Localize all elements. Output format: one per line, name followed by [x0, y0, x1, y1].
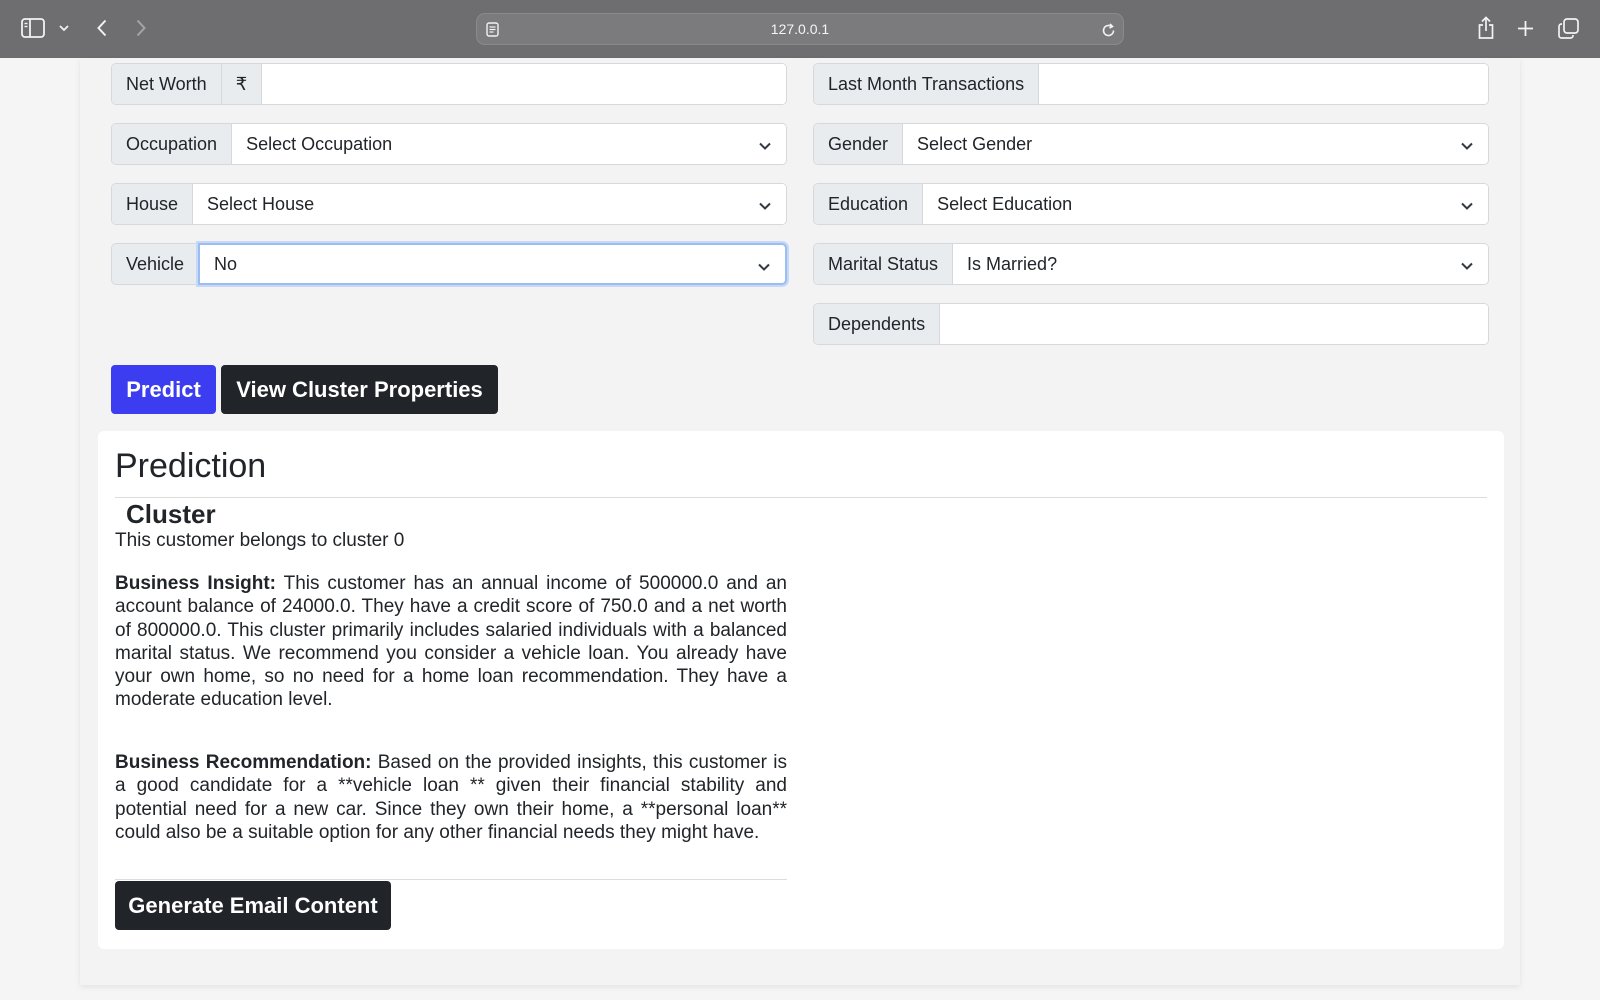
house-label: House	[112, 184, 194, 224]
vehicle-select[interactable]: No	[198, 243, 787, 285]
marital-status-selected: Is Married?	[967, 253, 1058, 274]
divider	[115, 879, 787, 880]
dependents-input[interactable]	[940, 304, 1488, 344]
last-month-transactions-group: Last Month Transactions	[813, 63, 1489, 105]
net-worth-input[interactable]	[262, 64, 786, 104]
occupation-select[interactable]: Select Occupation	[232, 124, 786, 164]
view-cluster-properties-button[interactable]: View Cluster Properties	[221, 365, 498, 414]
predict-button[interactable]: Predict	[111, 365, 216, 414]
gender-selected: Select Gender	[917, 133, 1033, 154]
education-group: Education Select Education	[813, 183, 1489, 225]
business-insight: Business Insight: This customer has an a…	[115, 572, 787, 712]
dependents-label: Dependents	[814, 304, 941, 344]
tabs-icon[interactable]	[1557, 17, 1579, 39]
cluster-text: This customer belongs to cluster 0	[115, 530, 405, 551]
house-group: House Select House	[111, 183, 787, 225]
marital-status-label: Marital Status	[814, 244, 954, 284]
marital-status-group: Marital Status Is Married?	[813, 243, 1489, 285]
chevron-down-icon	[1460, 257, 1474, 278]
plus-icon[interactable]	[1515, 18, 1535, 38]
marital-status-select[interactable]: Is Married?	[953, 244, 1488, 284]
reload-icon[interactable]	[1100, 22, 1116, 38]
occupation-group: Occupation Select Occupation	[111, 123, 787, 165]
chevron-down-icon	[1460, 197, 1474, 218]
share-icon[interactable]	[1476, 15, 1496, 41]
prediction-card: Prediction Cluster This customer belongs…	[98, 431, 1504, 949]
chevron-down-icon	[758, 197, 772, 218]
dependents-group: Dependents	[813, 303, 1489, 345]
house-select[interactable]: Select House	[193, 184, 786, 224]
generate-email-button[interactable]: Generate Email Content	[115, 881, 391, 930]
vehicle-selected: No	[214, 253, 238, 274]
chevron-down-icon	[1460, 137, 1474, 158]
education-label: Education	[814, 184, 924, 224]
education-select[interactable]: Select Education	[923, 184, 1488, 224]
back-icon[interactable]	[92, 17, 112, 39]
business-recommendation-label: Business Recommendation:	[115, 752, 372, 773]
last-month-transactions-input[interactable]	[1039, 64, 1488, 104]
occupation-label: Occupation	[112, 124, 233, 164]
net-worth-label: Net Worth	[112, 64, 222, 104]
forward-icon[interactable]	[131, 17, 151, 39]
chevron-down-icon[interactable]	[57, 22, 71, 34]
business-insight-label: Business Insight:	[115, 573, 277, 594]
chevron-down-icon	[758, 137, 772, 158]
net-worth-group: Net Worth ₹	[111, 63, 787, 105]
business-recommendation: Business Recommendation: Based on the pr…	[115, 751, 787, 844]
gender-label: Gender	[814, 124, 904, 164]
house-selected: Select House	[207, 193, 315, 214]
vehicle-label: Vehicle	[111, 243, 199, 285]
divider	[115, 497, 1487, 498]
cluster-heading: Cluster	[126, 499, 216, 529]
gender-select[interactable]: Select Gender	[903, 124, 1488, 164]
prediction-title: Prediction	[115, 447, 267, 485]
occupation-selected: Select Occupation	[246, 133, 393, 154]
education-selected: Select Education	[937, 193, 1073, 214]
sidebar-icon[interactable]	[20, 17, 46, 39]
gender-group: Gender Select Gender	[813, 123, 1489, 165]
vehicle-group: Vehicle No	[111, 243, 787, 285]
address-bar[interactable]: 127.0.0.1	[476, 13, 1124, 45]
chevron-down-icon	[757, 258, 771, 279]
rupee-addon: ₹	[221, 64, 263, 104]
last-month-transactions-label: Last Month Transactions	[814, 64, 1040, 104]
url-text: 127.0.0.1	[770, 21, 830, 37]
browser-toolbar: 127.0.0.1	[0, 0, 1600, 58]
